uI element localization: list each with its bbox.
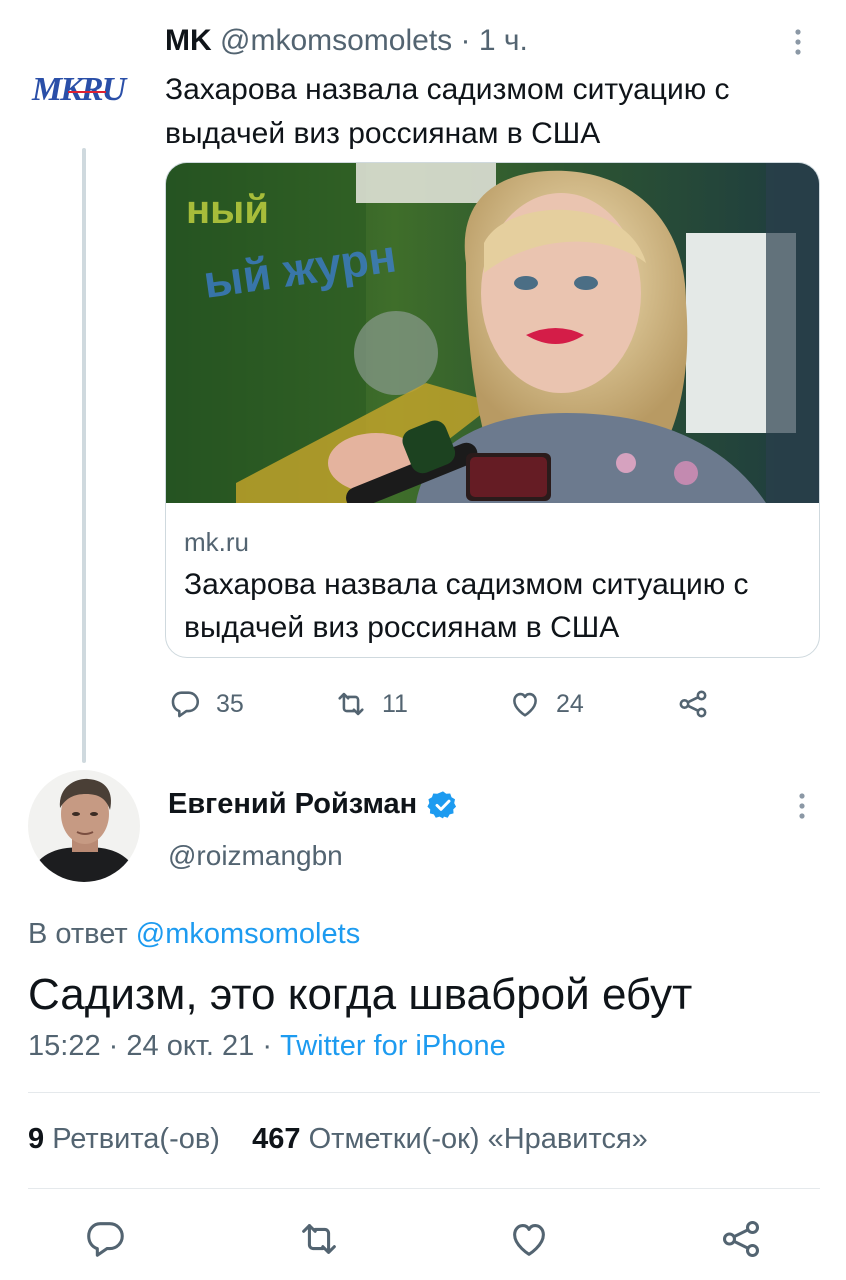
author-handle[interactable]: @roizmangbn: [168, 840, 343, 872]
verified-icon: [427, 790, 457, 818]
reply-count: 35: [216, 689, 244, 718]
retweet-icon: [338, 692, 364, 716]
like-count: 24: [556, 689, 584, 718]
reply-button[interactable]: [82, 1216, 128, 1262]
reply-handle-link[interactable]: @mkomsomolets: [136, 918, 360, 950]
tweet-date[interactable]: 24 окт. 21: [126, 1030, 254, 1062]
retweet-button[interactable]: [296, 1216, 342, 1262]
reply-icon: [171, 691, 200, 718]
parent-handle[interactable]: @mkomsomolets: [220, 24, 452, 57]
meta-separator: ·: [108, 1030, 119, 1062]
share-icon: [722, 1220, 760, 1258]
retweets-count: 9: [28, 1123, 45, 1155]
meta-separator: ·: [262, 1030, 273, 1062]
reply-button[interactable]: 35: [168, 684, 244, 724]
tweet-text: Садизм, это когда шваброй ебут: [28, 970, 693, 1019]
likes-label: Отметки(-ок) «Нравится»: [308, 1123, 648, 1155]
retweet-count: 11: [382, 689, 408, 718]
share-button[interactable]: [676, 684, 710, 724]
like-icon: [513, 1224, 545, 1256]
parent-author-name[interactable]: MK: [165, 24, 212, 57]
avatar[interactable]: [28, 770, 140, 882]
thread-line: [82, 148, 86, 763]
retweets-label: Ретвита(-ов): [52, 1123, 220, 1155]
tweet-stats: 9 Ретвита(-ов) 467 Отметки(-ок) «Нравитс…: [28, 1123, 648, 1156]
parent-header: MK @mkomsomolets · 1 ч.: [165, 24, 528, 58]
divider: [28, 1188, 820, 1189]
tweet-meta: 15:22 · 24 окт. 21 · Twitter for iPhone: [28, 1030, 506, 1063]
reply-prefix: В ответ: [28, 918, 128, 950]
retweet-button[interactable]: 11: [334, 684, 408, 724]
like-button[interactable]: 24: [508, 684, 584, 724]
divider: [28, 1092, 820, 1093]
more-icon[interactable]: [792, 790, 812, 827]
retweets-stat[interactable]: 9 Ретвита(-ов): [28, 1123, 220, 1155]
author-header: Евгений Ройзман: [168, 788, 459, 821]
card-domain: mk.ru: [184, 527, 249, 557]
reply-icon: [87, 1222, 124, 1257]
link-card[interactable]: ный ый журн mk.ru Захарова назвала садиз…: [165, 162, 820, 658]
tweet-source[interactable]: Twitter for iPhone: [280, 1030, 506, 1062]
more-icon[interactable]: [788, 26, 808, 63]
share-button[interactable]: [718, 1216, 764, 1262]
likes-stat[interactable]: 467 Отметки(-ок) «Нравится»: [252, 1123, 648, 1155]
like-button[interactable]: [506, 1216, 552, 1262]
svg-text:MKRU: MKRU: [31, 71, 129, 108]
card-image: ный ый журн: [166, 163, 819, 503]
retweet-icon: [302, 1224, 336, 1254]
mkru-logo[interactable]: MKRU: [28, 62, 146, 112]
parent-tweet-text: Захарова назвала садизмом ситуацию с выд…: [165, 73, 730, 150]
tweet-time[interactable]: 15:22: [28, 1030, 101, 1062]
likes-count: 467: [252, 1123, 301, 1155]
like-icon: [513, 692, 537, 717]
parent-timestamp[interactable]: 1 ч.: [479, 24, 528, 57]
author-name[interactable]: Евгений Ройзман: [168, 788, 417, 821]
reply-context: В ответ @mkomsomolets: [28, 918, 360, 951]
share-icon: [679, 690, 707, 718]
card-title: Захарова назвала садизмом ситуацию с выд…: [184, 568, 749, 644]
parent-separator: ·: [460, 24, 471, 57]
svg-text:ный: ный: [186, 188, 269, 232]
